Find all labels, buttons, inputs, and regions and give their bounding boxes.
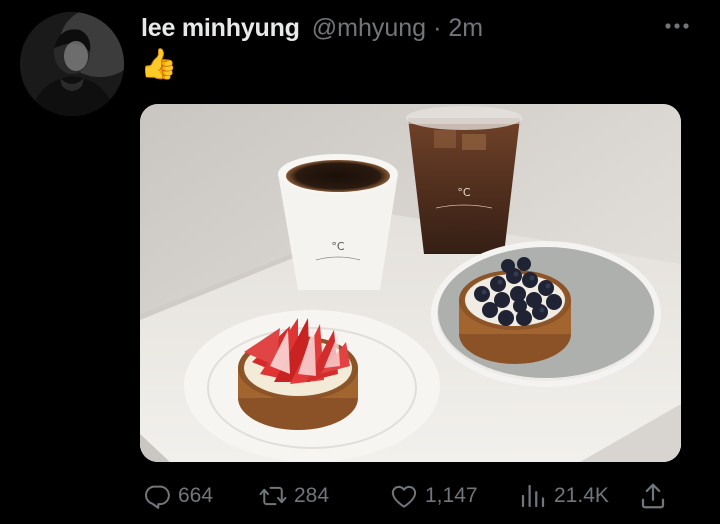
like-count: 1,147: [425, 484, 478, 507]
reply-button[interactable]: 664: [142, 476, 213, 516]
tweet: lee minhyung @mhyung · 2m 👍 °C °C 664 28…: [0, 0, 720, 524]
heart-icon: [391, 485, 417, 508]
retweet-icon: [259, 486, 287, 506]
tweet-header: lee minhyung @mhyung · 2m: [141, 14, 483, 48]
like-button[interactable]: 1,147: [389, 476, 478, 516]
separator-dot: ·: [433, 14, 442, 42]
views-chart-icon: [521, 484, 545, 508]
reply-count: 664: [178, 484, 214, 507]
share-button[interactable]: [638, 476, 668, 516]
more-horizontal-icon[interactable]: [662, 16, 692, 36]
user-handle[interactable]: @mhyung: [312, 14, 426, 43]
tweet-actions: 664 284 1,147 21.4K: [140, 476, 681, 516]
tweet-photo[interactable]: °C °C: [140, 104, 681, 462]
avatar-image: [20, 12, 124, 116]
display-name[interactable]: lee minhyung: [141, 14, 300, 43]
retweet-button[interactable]: 284: [258, 476, 329, 516]
reply-icon: [145, 485, 170, 509]
photo-coffee-and-tarts: °C °C: [140, 104, 681, 462]
timestamp[interactable]: 2m: [448, 14, 483, 43]
views-count: 21.4K: [554, 484, 609, 507]
iced-cup-logo: °C: [457, 186, 471, 199]
tweet-text: 👍: [140, 47, 178, 82]
share-icon: [641, 483, 665, 509]
avatar[interactable]: [20, 12, 124, 116]
retweet-count: 284: [294, 484, 330, 507]
views-button[interactable]: 21.4K: [518, 476, 609, 516]
cup-logo: °C: [331, 240, 345, 253]
